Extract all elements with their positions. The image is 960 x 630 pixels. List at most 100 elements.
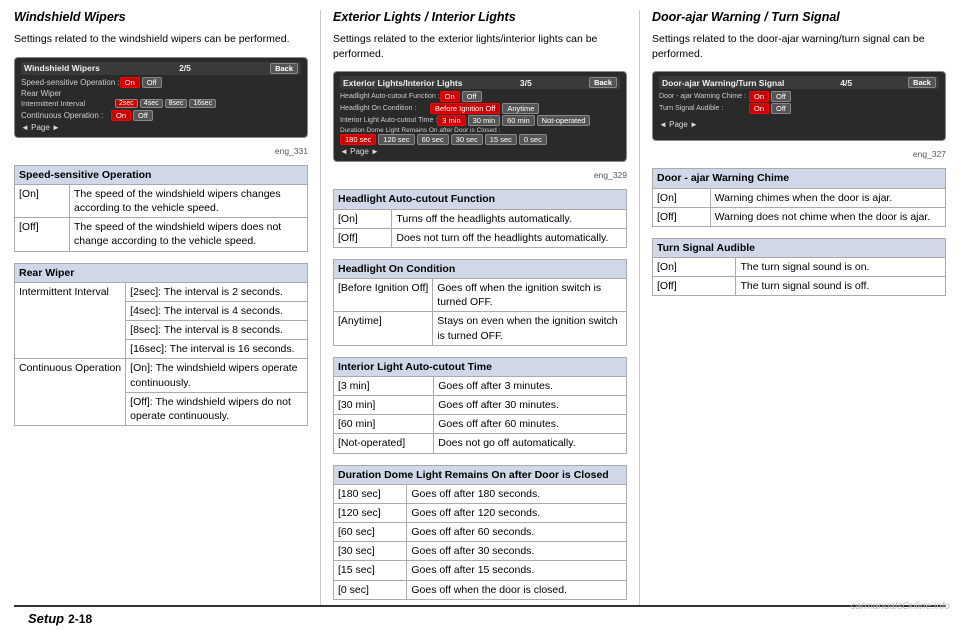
col1-continuous-row: Continuous Operation : On Off xyxy=(21,110,301,121)
col3-doorajar-off[interactable]: Off xyxy=(771,91,791,102)
footer-setup-label: Setup xyxy=(28,611,64,626)
col2-3min-key: [3 min] xyxy=(334,376,434,395)
col3-doorajar-label: Door - ajar Warning Chime : xyxy=(659,93,749,100)
col3-doorajar-on[interactable]: On xyxy=(749,91,769,102)
col2-cond-before[interactable]: Before Ignition Off xyxy=(430,103,500,114)
col1-speed-off[interactable]: Off xyxy=(142,77,162,88)
table-row: [Off] The speed of the windshield wipers… xyxy=(15,218,308,251)
watermark: carmanualsOnline.info xyxy=(851,601,951,612)
col3-doorajar-on-val: Warning chimes when the door is ajar. xyxy=(710,188,945,207)
col2-dur-30[interactable]: 30 sec xyxy=(451,134,483,145)
col2-autocutout-on[interactable]: On xyxy=(440,91,460,102)
col2-autocutout-table: Headlight Auto-cutout Function [On] Turn… xyxy=(333,189,627,248)
col2-interior-row: Interior Light Auto-cutout Time : 3 min … xyxy=(340,115,620,126)
table-row: [0 sec] Goes off when the door is closed… xyxy=(334,580,627,599)
col2-page-nav[interactable]: ◄ Page ► xyxy=(340,147,620,156)
col1-speed-on[interactable]: On xyxy=(120,77,140,88)
col2-cond-table-el: Headlight On Condition [Before Ignition … xyxy=(333,259,627,346)
col1-interval-8sec[interactable]: 8sec xyxy=(165,99,188,108)
col2-dur-180[interactable]: 180 sec xyxy=(340,134,376,145)
col3-title: Door-ajar Warning / Turn Signal xyxy=(652,10,946,24)
col2-autocutout-on-key: [On] xyxy=(334,209,392,228)
col2-interior-label: Interior Light Auto-cutout Time : xyxy=(340,117,437,124)
col1-interval-2sec[interactable]: 2sec xyxy=(115,99,138,108)
footer-page-num: 2-18 xyxy=(68,612,92,626)
col2-cond-anytime[interactable]: Anytime xyxy=(502,103,539,114)
col3-screen-titlebar: Door-ajar Warning/Turn Signal 4/5 Back xyxy=(659,76,939,89)
col3-turnsignal-btns: On Off xyxy=(749,103,791,114)
table-row: [30 min] Goes off after 30 minutes. xyxy=(334,396,627,415)
col2-cond-anytime-key: [Anytime] xyxy=(334,312,433,345)
col2-cond-header: Headlight On Condition xyxy=(334,259,627,278)
col3-doorajar-table-el: Door - ajar Warning Chime [On] Warning c… xyxy=(652,168,946,227)
divider-2 xyxy=(639,10,640,605)
col3-turnsignal-off-key: [Off] xyxy=(653,277,736,296)
table-row: [On] The turn signal sound is on. xyxy=(653,258,946,277)
col2-60min-val: Goes off after 60 minutes. xyxy=(434,415,627,434)
col2-page-nav-label[interactable]: ◄ Page ► xyxy=(340,147,379,156)
col1-continuous-off[interactable]: Off xyxy=(133,110,153,121)
col1-desc: Settings related to the windshield wiper… xyxy=(14,32,308,47)
col2-interior-table-el: Interior Light Auto-cutout Time [3 min] … xyxy=(333,357,627,454)
col1-interval-row: Intermittent Interval 2sec 4sec 8sec 16s… xyxy=(21,99,301,109)
col1-speed-off-key: [Off] xyxy=(15,218,70,251)
col2-duration-table-el: Duration Dome Light Remains On after Doo… xyxy=(333,465,627,600)
col3-doorajar-on-key: [On] xyxy=(653,188,711,207)
col2-eng-caption: eng_329 xyxy=(333,170,627,180)
col2-dur-15[interactable]: 15 sec xyxy=(485,134,517,145)
col2-cond-before-val: Goes off when the ignition switch is tur… xyxy=(433,279,627,312)
table-row: [On] Turns off the headlights automatica… xyxy=(334,209,627,228)
col1-interval-16sec[interactable]: 16sec xyxy=(189,99,216,108)
col2-headlight-autocutout-row: Headlight Auto-cutout Function : On Off xyxy=(340,91,620,102)
col1-continuous-on[interactable]: On xyxy=(111,110,131,121)
col1-eng-caption: eng_331 xyxy=(14,146,308,156)
col2-title: Exterior Lights / Interior Lights xyxy=(333,10,627,24)
col2-interior-3min[interactable]: 3 min xyxy=(437,115,465,126)
col3-page-nav[interactable]: ◄ Page ► xyxy=(659,120,939,129)
table-row: [30 sec] Goes off after 30 seconds. xyxy=(334,542,627,561)
col2-interior-notop[interactable]: Not-operated xyxy=(537,115,591,126)
col2-60sec-val: Goes off after 60 seconds. xyxy=(407,523,627,542)
col2-interior-30min[interactable]: 30 min xyxy=(468,115,501,126)
col1-continuous-key: Continuous Operation xyxy=(15,359,126,426)
col2-cond-table: Headlight On Condition [Before Ignition … xyxy=(333,259,627,346)
col3-turnsignal-table: Turn Signal Audible [On] The turn signal… xyxy=(652,238,946,297)
col2-interior-header: Interior Light Auto-cutout Time xyxy=(334,357,627,376)
col2-notop-key: [Not-operated] xyxy=(334,434,434,453)
col-windshield-wipers: Windshield Wipers Settings related to th… xyxy=(14,10,308,605)
col2-interior-table: Interior Light Auto-cutout Time [3 min] … xyxy=(333,357,627,454)
col2-30min-val: Goes off after 30 minutes. xyxy=(434,396,627,415)
col2-60sec-key: [60 sec] xyxy=(334,523,407,542)
col1-interval-8s: [8sec]: The interval is 8 seconds. xyxy=(126,321,308,340)
col1-back-btn[interactable]: Back xyxy=(270,63,298,74)
col2-120sec-val: Goes off after 120 seconds. xyxy=(407,503,627,522)
col2-dur-0[interactable]: 0 sec xyxy=(519,134,547,145)
col3-turnsignal-off[interactable]: Off xyxy=(771,103,791,114)
col2-duration-row: Duration Dome Light Remains On after Doo… xyxy=(340,127,620,145)
col2-60min-key: [60 min] xyxy=(334,415,434,434)
col2-back-btn[interactable]: Back xyxy=(589,77,617,88)
columns: Windshield Wipers Settings related to th… xyxy=(14,10,946,605)
col3-back-btn[interactable]: Back xyxy=(908,77,936,88)
col3-turnsignal-on[interactable]: On xyxy=(749,103,769,114)
col3-doorajar-row: Door - ajar Warning Chime : On Off xyxy=(659,91,939,102)
col1-page-nav[interactable]: ◄ Page ► xyxy=(21,123,301,132)
col3-desc: Settings related to the door-ajar warnin… xyxy=(652,32,946,61)
col1-page-nav-label[interactable]: ◄ Page ► xyxy=(21,123,60,132)
col3-page-nav-label[interactable]: ◄ Page ► xyxy=(659,120,698,129)
col1-continuous-on-val: [On]: The windshield wipers operate cont… xyxy=(126,359,308,392)
col1-rear-table-el: Rear Wiper Intermittent Interval [2sec]:… xyxy=(14,263,308,427)
col3-turnsignal-on-key: [On] xyxy=(653,258,736,277)
col2-interior-60min[interactable]: 60 min xyxy=(502,115,535,126)
col2-autocutout-off[interactable]: Off xyxy=(462,91,482,102)
col1-title: Windshield Wipers xyxy=(14,10,308,24)
col2-dur-60[interactable]: 60 sec xyxy=(417,134,449,145)
col2-notop-val: Does not go off automatically. xyxy=(434,434,627,453)
col1-speed-row: Speed-sensitive Operation : On Off xyxy=(21,77,301,88)
col1-interval-label: Intermittent Interval xyxy=(21,99,111,108)
col2-3min-val: Goes off after 3 minutes. xyxy=(434,376,627,395)
col1-interval-4sec[interactable]: 4sec xyxy=(140,99,163,108)
col1-rear-header: Rear Wiper xyxy=(15,263,308,282)
col2-autocutout-on-val: Turns off the headlights automatically. xyxy=(392,209,627,228)
col2-dur-120[interactable]: 120 sec xyxy=(378,134,414,145)
